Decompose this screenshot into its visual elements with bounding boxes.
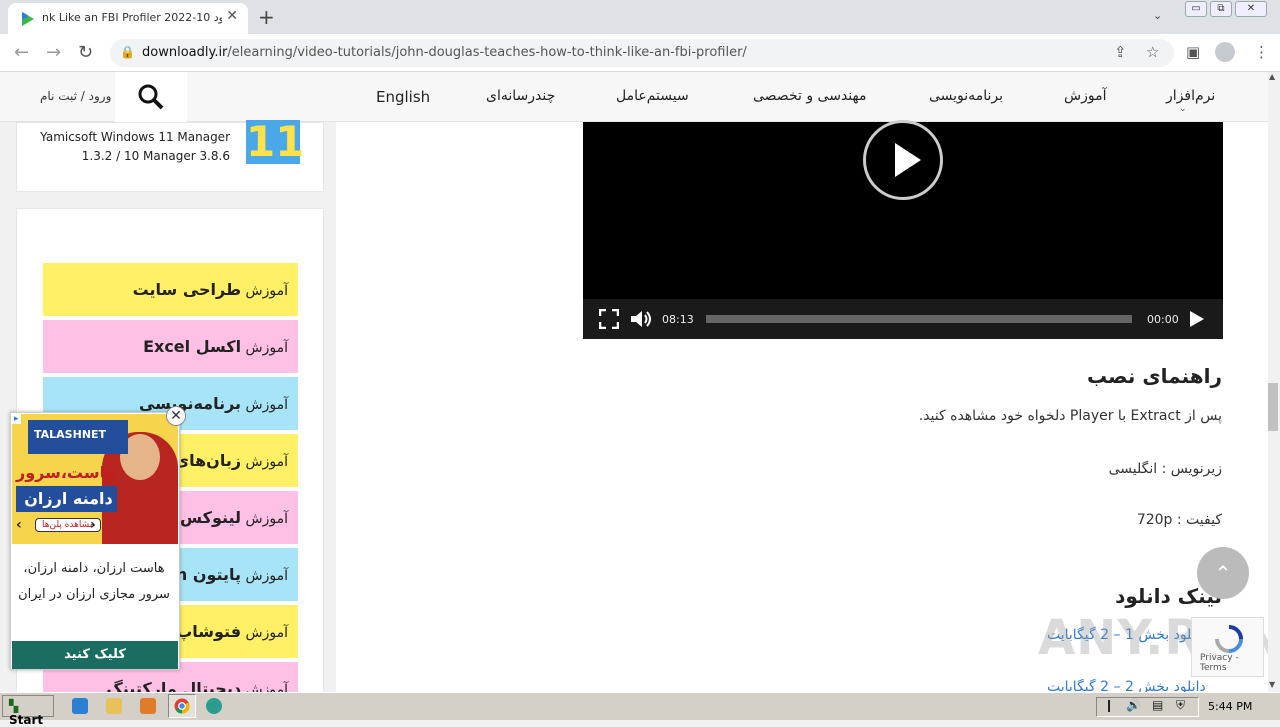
tab-title: nk Like an FBI Profiler 2022-10 دانلود xyxy=(42,11,222,24)
url-text[interactable]: downloadly.ir/elearning/video-tutorials/… xyxy=(142,45,747,60)
nav-programming[interactable]: برنامه‌نویسی xyxy=(929,88,1003,104)
ad-next-icon[interactable]: › xyxy=(90,517,96,533)
nav-os[interactable]: سیستم‌عامل xyxy=(616,88,689,104)
category-name: زبان‌های xyxy=(174,451,242,470)
scroll-down-icon[interactable]: ▼ xyxy=(1269,680,1275,689)
chevron-up-icon: ⌃ xyxy=(1214,561,1232,585)
start-button[interactable]: ▚ Start xyxy=(2,695,54,727)
tab-close-icon[interactable]: ✕ xyxy=(226,8,238,24)
recent-post-title[interactable]: Yamicsoft Windows 11 Manager 1.3.2 / 10 … xyxy=(40,128,230,166)
category-prefix: آموزش xyxy=(245,397,288,413)
network-icon[interactable]: ▤ xyxy=(1152,698,1163,712)
category-name: اکسل Excel xyxy=(143,337,242,356)
ad-close-button[interactable]: ✕ xyxy=(166,406,186,426)
category-prefix: آموزش xyxy=(245,283,288,299)
restore-button[interactable]: ⧉ xyxy=(1210,1,1232,17)
new-tab-button[interactable]: + xyxy=(258,5,275,29)
taskbar-clock: 5:44 PM xyxy=(1208,700,1253,713)
fullscreen-icon[interactable] xyxy=(599,309,619,329)
share-icon[interactable]: ⇪ xyxy=(1114,43,1127,61)
bookmark-star-icon[interactable]: ☆ xyxy=(1146,43,1159,61)
forward-icon[interactable]: → xyxy=(46,42,61,63)
category-prefix: آموزش xyxy=(245,568,288,584)
ad-brand-logo: TALASHNET xyxy=(28,420,128,454)
browser-menu-icon[interactable]: ⋮ xyxy=(1254,43,1269,61)
search-button[interactable] xyxy=(115,72,187,122)
scroll-up-icon[interactable]: ▲ xyxy=(1269,72,1275,81)
nav-education[interactable]: آموزش xyxy=(1064,88,1106,104)
video-progress-track[interactable] xyxy=(706,315,1132,323)
page-scrollbar[interactable] xyxy=(1268,72,1280,692)
chrome-icon xyxy=(174,698,190,714)
profile-avatar-icon[interactable] xyxy=(1215,42,1235,62)
nav-multimedia[interactable]: چندرسانه‌ای xyxy=(486,88,555,104)
category-prefix: آموزش xyxy=(245,340,288,356)
recaptcha-badge[interactable]: Privacy - Terms xyxy=(1191,617,1264,677)
adchoices-icon[interactable]: ▸ xyxy=(12,414,21,424)
folder-icon[interactable] xyxy=(106,698,122,714)
recaptcha-terms[interactable]: Privacy - Terms xyxy=(1200,653,1263,673)
security-shield-icon[interactable]: ⛨ xyxy=(1176,698,1185,713)
scrollbar-thumb[interactable] xyxy=(1268,383,1278,431)
category-name: طراحی سایت xyxy=(132,280,242,299)
ad-body-text: هاست ارزان، دامنه ارزان، سرور مجازی ارزا… xyxy=(18,561,170,602)
downloadly-favicon-icon xyxy=(22,12,34,26)
category-prefix: آموزش xyxy=(245,511,288,527)
back-to-top-button[interactable]: ⌃ xyxy=(1197,547,1249,599)
minimize-button[interactable]: ▭ xyxy=(1185,1,1207,17)
category-name: فتوشاپ xyxy=(176,622,242,641)
category-name: برنامه‌نویسی xyxy=(138,394,242,413)
windows-logo-icon: ▚ xyxy=(9,699,19,713)
tab-search-chevron-icon[interactable]: ⌄ xyxy=(1153,9,1162,22)
volume-icon[interactable] xyxy=(630,309,652,329)
category-name: لینوکس xyxy=(180,508,242,527)
video-duration: 08:13 xyxy=(662,313,694,326)
search-icon xyxy=(138,84,164,110)
browser-tab-active[interactable]: nk Like an FBI Profiler 2022-10 دانلود ✕ xyxy=(8,3,248,34)
back-icon[interactable]: ← xyxy=(14,42,29,63)
nav-english[interactable]: English xyxy=(376,88,430,106)
quality-info: کیفیت : 720p xyxy=(1136,512,1222,528)
windows-manager-thumbnail[interactable]: 11 xyxy=(246,120,304,164)
close-window-button[interactable]: ✕ xyxy=(1235,1,1267,17)
nav-engineering[interactable]: مهندسی و تخصصی xyxy=(753,88,866,104)
recaptcha-icon xyxy=(1215,625,1243,653)
nav-software[interactable]: نرم‌افزار xyxy=(1166,88,1215,104)
ie-icon[interactable] xyxy=(72,698,88,714)
category-button[interactable]: آموزش اکسل Excel xyxy=(43,320,298,373)
ad-headline: هاست،سرور دامنه ارزان xyxy=(16,460,117,512)
reload-icon[interactable]: ↻ xyxy=(78,42,93,63)
play-large-icon[interactable] xyxy=(863,120,943,200)
speaker-icon[interactable]: 🔊 xyxy=(1126,698,1141,712)
install-guide-heading: راهنمای نصب xyxy=(1087,364,1222,388)
lock-icon[interactable]: 🔒 xyxy=(120,45,135,59)
video-current-time: 00:00 xyxy=(1147,313,1179,326)
chrome-taskbar-button[interactable] xyxy=(168,694,196,718)
chevron-down-icon: ⌄ xyxy=(1179,104,1187,114)
edge-icon[interactable] xyxy=(206,698,222,714)
login-register-link[interactable]: ورود / ثبت نام xyxy=(40,89,111,103)
download-link-part2[interactable]: دانلود بخش 2 – 2 گیگابایت xyxy=(1047,679,1206,692)
ad-cta-button[interactable]: کلیک کنید xyxy=(12,641,178,669)
media-player-icon[interactable] xyxy=(140,698,156,714)
install-guide-text: پس از Extract با Player دلخواه خود مشاهد… xyxy=(918,408,1222,424)
category-button[interactable]: آموزش طراحی سایت xyxy=(43,263,298,316)
category-prefix: آموزش xyxy=(245,625,288,641)
subtitle-info: زیرنویس : انگلیسی xyxy=(1108,461,1222,477)
ad-prev-icon[interactable]: ‹ xyxy=(16,517,22,533)
category-prefix: آموزش xyxy=(245,454,288,470)
play-icon[interactable] xyxy=(1189,310,1205,328)
side-panel-icon[interactable]: ▣ xyxy=(1186,43,1200,61)
notification-icon[interactable]: ❙ xyxy=(1104,698,1114,712)
